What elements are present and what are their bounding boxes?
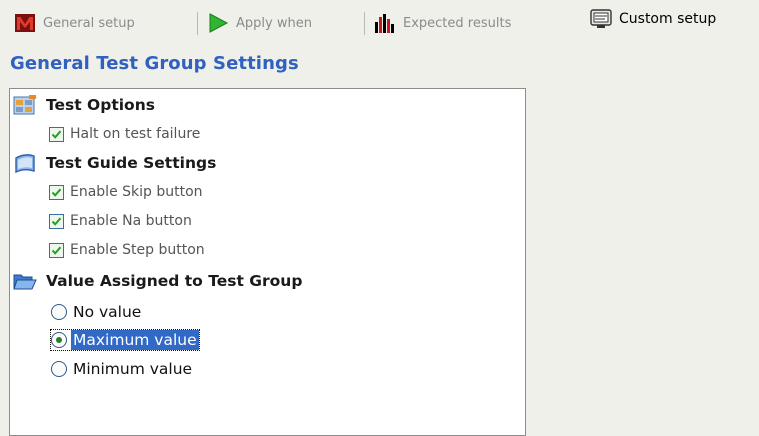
options-icon bbox=[13, 95, 36, 115]
tab-custom-setup[interactable]: Custom setup bbox=[590, 6, 716, 32]
guide-book-icon bbox=[15, 154, 35, 174]
tab-separator bbox=[364, 12, 365, 35]
radio-maximum-value[interactable]: Maximum value bbox=[50, 329, 200, 351]
checkbox-enable-step[interactable]: Enable Step button bbox=[49, 242, 205, 258]
checkbox-enable-na[interactable]: Enable Na button bbox=[49, 213, 192, 229]
tab-label: Expected results bbox=[403, 15, 512, 31]
tab-expected-results[interactable]: Expected results bbox=[374, 10, 511, 36]
group-title: Value Assigned to Test Group bbox=[46, 272, 303, 290]
group-title: Test Guide Settings bbox=[46, 154, 217, 172]
checkbox-label: Enable Skip button bbox=[70, 184, 203, 200]
checkbox-enable-skip[interactable]: Enable Skip button bbox=[49, 184, 203, 200]
radio-label: Minimum value bbox=[73, 360, 193, 378]
bar-chart-icon bbox=[375, 14, 394, 33]
tab-apply-when[interactable]: Apply when bbox=[207, 10, 312, 36]
checkbox-label: Enable Step button bbox=[70, 242, 205, 258]
radio-button[interactable] bbox=[51, 332, 67, 348]
tab-label: Apply when bbox=[236, 15, 312, 31]
folder-open-icon bbox=[13, 274, 37, 290]
tab-label: Custom setup bbox=[619, 11, 717, 27]
play-arrow-icon bbox=[209, 13, 229, 33]
radio-label: Maximum value bbox=[71, 330, 199, 350]
section-title: General Test Group Settings bbox=[10, 53, 299, 74]
checkbox-label: Halt on test failure bbox=[70, 126, 201, 142]
tab-strip: General setup Apply when Expected result… bbox=[0, 0, 759, 40]
group-header-test-guide: Test Guide Settings bbox=[13, 152, 216, 174]
radio-button[interactable] bbox=[51, 361, 67, 377]
m-logo-icon bbox=[15, 14, 35, 32]
checkbox-halt-on-failure[interactable]: Halt on test failure bbox=[49, 126, 200, 142]
group-title: Test Options bbox=[46, 96, 155, 114]
radio-label: No value bbox=[73, 303, 142, 321]
tab-label: General setup bbox=[43, 15, 135, 31]
group-header-test-options: Test Options bbox=[13, 94, 155, 116]
group-header-value-assigned: Value Assigned to Test Group bbox=[13, 270, 302, 292]
checkbox[interactable] bbox=[49, 126, 64, 142]
monitor-icon bbox=[590, 9, 612, 28]
checkbox-label: Enable Na button bbox=[70, 213, 192, 229]
radio-no-value[interactable]: No value bbox=[51, 302, 143, 322]
settings-panel: Test Options Halt on test failure Test G… bbox=[9, 88, 526, 436]
tab-general-setup[interactable]: General setup bbox=[14, 10, 135, 36]
radio-button[interactable] bbox=[51, 304, 67, 320]
tab-separator bbox=[197, 12, 198, 35]
radio-minimum-value[interactable]: Minimum value bbox=[51, 359, 194, 379]
checkbox[interactable] bbox=[49, 242, 64, 258]
checkbox[interactable] bbox=[49, 184, 64, 200]
checkbox[interactable] bbox=[49, 213, 64, 229]
